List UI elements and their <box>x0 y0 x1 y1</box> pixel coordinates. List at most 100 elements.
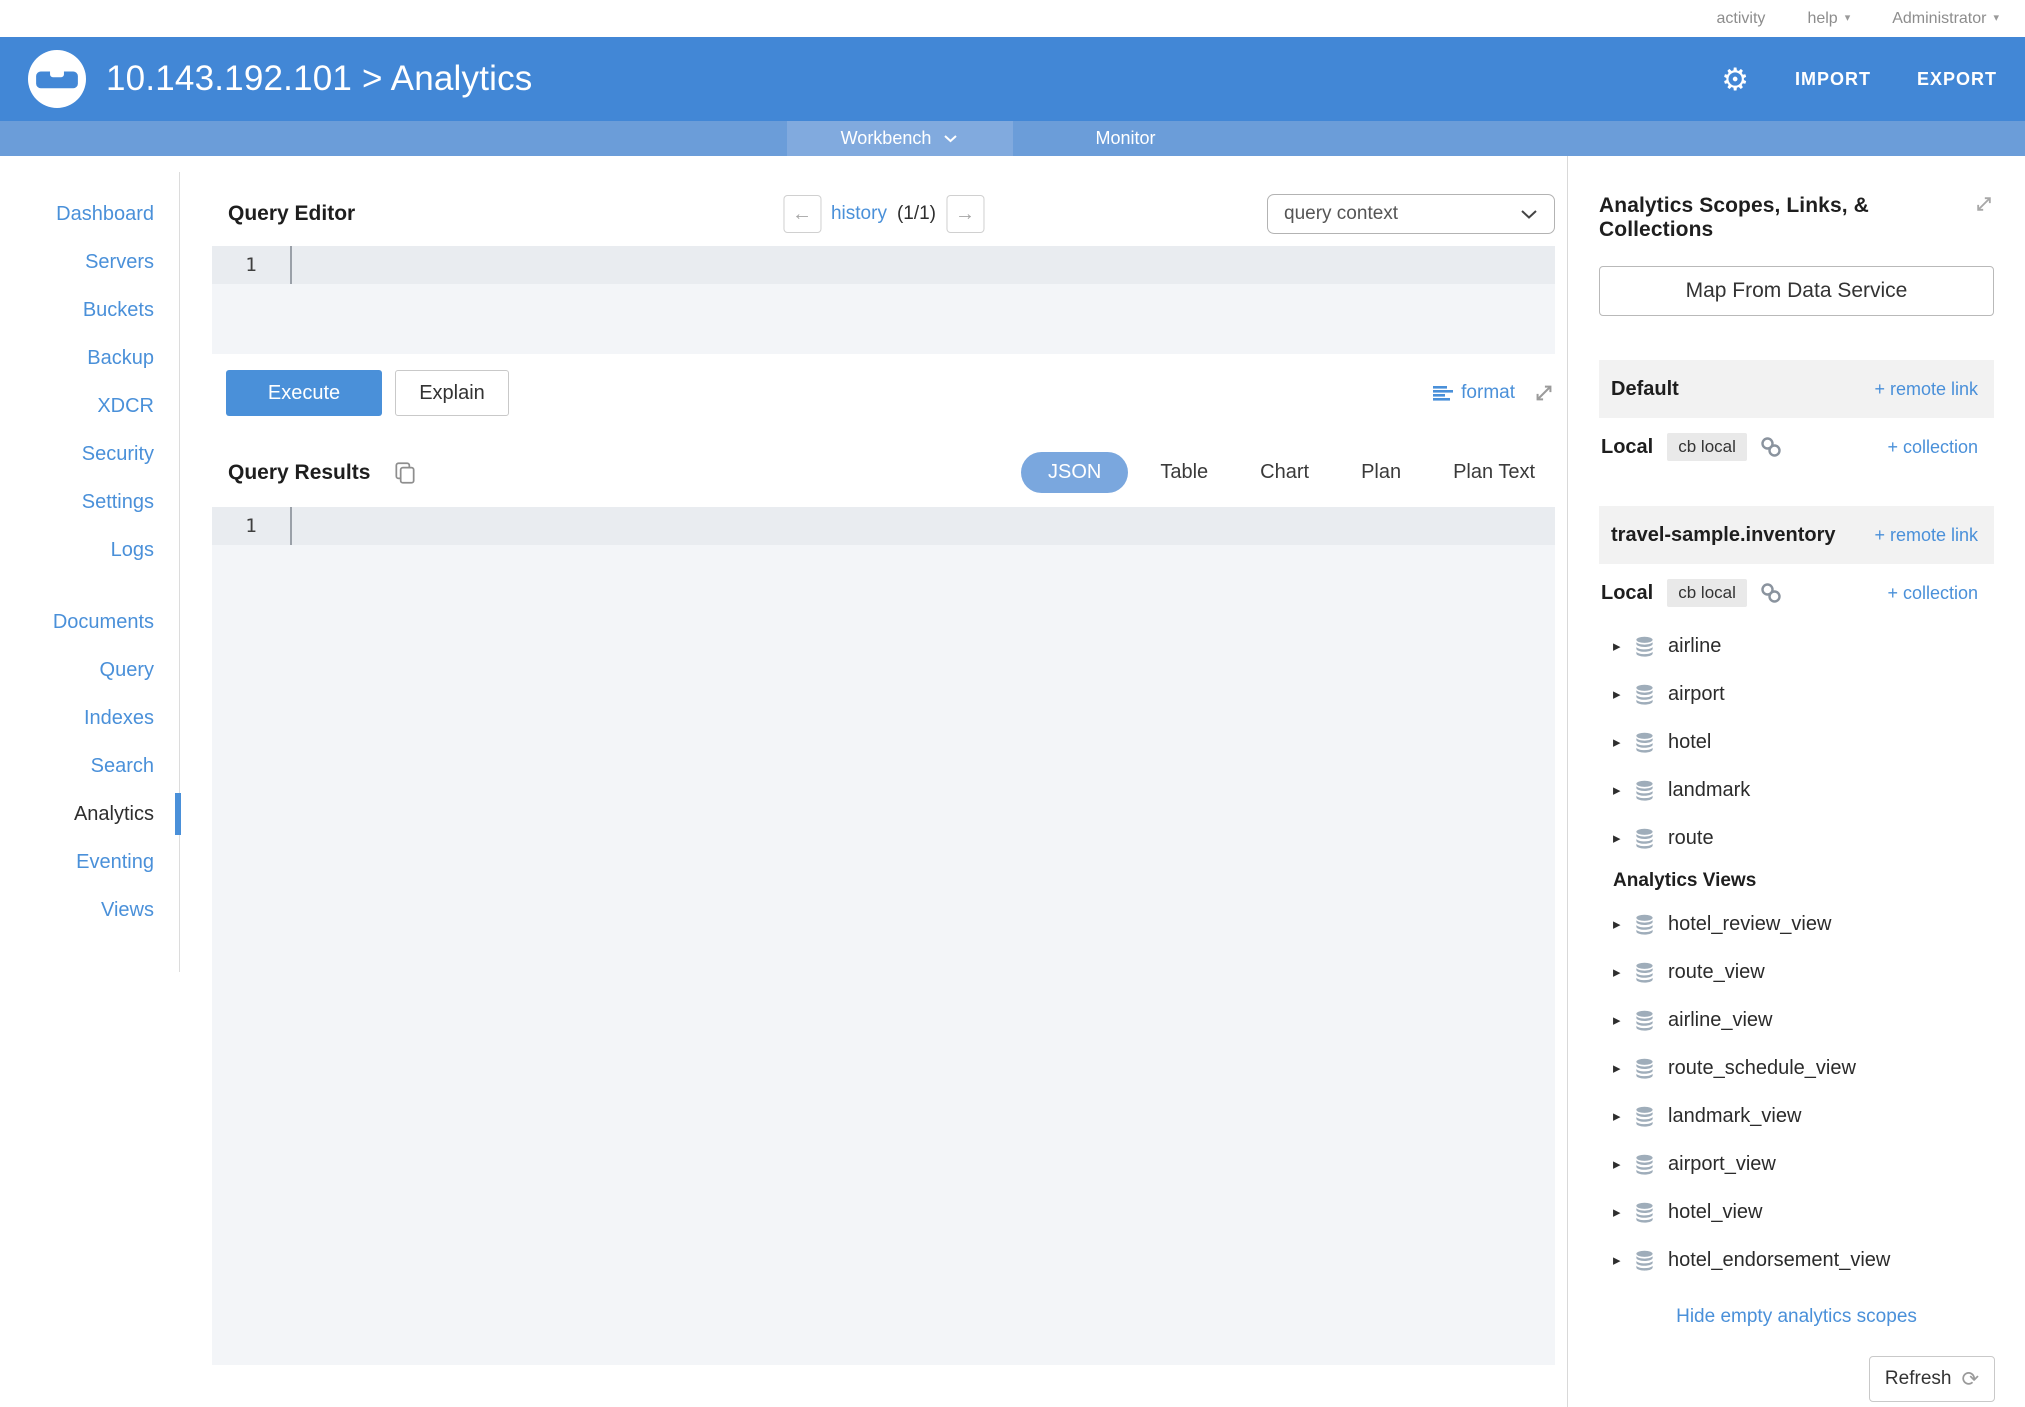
expander-icon[interactable]: ▸ <box>1613 1155 1631 1173</box>
expander-icon[interactable]: ▸ <box>1613 963 1631 981</box>
expander-icon[interactable]: ▸ <box>1613 1059 1631 1077</box>
results-tab-table[interactable]: Table <box>1140 452 1228 493</box>
arrow-left-icon: ← <box>791 202 812 225</box>
editor-body[interactable] <box>212 284 1555 354</box>
view-item-hotel-view[interactable]: ▸ hotel_view <box>1599 1188 1994 1236</box>
sidebar-item-logs[interactable]: Logs <box>0 526 180 574</box>
explain-button[interactable]: Explain <box>395 370 509 416</box>
format-button[interactable]: format <box>1433 382 1515 404</box>
sidebar-item-buckets[interactable]: Buckets <box>0 286 180 334</box>
results-tab-plan-text[interactable]: Plan Text <box>1433 452 1555 493</box>
results-tab-plan[interactable]: Plan <box>1341 452 1421 493</box>
refresh-button[interactable]: Refresh ⟳ <box>1869 1356 1995 1402</box>
view-item-hotel-endorsement-view[interactable]: ▸ hotel_endorsement_view <box>1599 1236 1994 1284</box>
collection-item-airline[interactable]: ▸ airline <box>1599 622 1994 670</box>
expander-icon[interactable]: ▸ <box>1613 1203 1631 1221</box>
sidebar-item-search[interactable]: Search <box>0 742 180 790</box>
refresh-icon: ⟳ <box>1961 1367 1980 1391</box>
expander-icon[interactable]: ▸ <box>1613 1107 1631 1125</box>
database-icon <box>1633 1057 1656 1080</box>
collection-item-route[interactable]: ▸ route <box>1599 814 1994 862</box>
expander-icon[interactable]: ▸ <box>1613 637 1631 655</box>
collection-item-hotel[interactable]: ▸ hotel <box>1599 718 1994 766</box>
map-from-data-service-button[interactable]: Map From Data Service <box>1599 266 1994 316</box>
history-next-button[interactable]: → <box>946 195 985 233</box>
editor-active-line: 1 <box>212 246 1555 284</box>
analytics-views-header: Analytics Views <box>1613 870 1757 891</box>
query-results-area: 1 <box>212 507 1555 1365</box>
expander-icon[interactable]: ▸ <box>1613 781 1631 799</box>
expander-icon[interactable]: ▸ <box>1613 733 1631 751</box>
tab-workbench[interactable]: Workbench <box>786 121 1013 156</box>
activity-link[interactable]: activity <box>1717 10 1766 28</box>
view-label: hotel_view <box>1668 1200 1763 1223</box>
sidebar-item-query[interactable]: Query <box>0 646 180 694</box>
export-button[interactable]: EXPORT <box>1917 69 1997 90</box>
results-tab-json[interactable]: JSON <box>1021 452 1129 493</box>
execute-label: Execute <box>267 381 341 404</box>
results-cursor <box>290 507 292 545</box>
add-collection-link[interactable]: + collection <box>1887 437 1978 458</box>
sidebar-item-backup[interactable]: Backup <box>0 334 180 382</box>
editor-cursor <box>290 246 292 284</box>
view-item-hotel-review-view[interactable]: ▸ hotel_review_view <box>1599 900 1994 948</box>
view-label: landmark_view <box>1668 1104 1802 1127</box>
local-link-row: Local cb local + collection <box>1599 418 1994 476</box>
results-tab-chart[interactable]: Chart <box>1240 452 1329 493</box>
expander-icon[interactable]: ▸ <box>1613 829 1631 847</box>
editor-expand-icon[interactable] <box>1533 382 1555 404</box>
help-menu[interactable]: help ▾ <box>1807 10 1850 28</box>
view-label: route_schedule_view <box>1668 1056 1856 1079</box>
database-icon <box>1633 1009 1656 1032</box>
sidebar-item-eventing[interactable]: Eventing <box>0 838 180 886</box>
add-remote-link[interactable]: + remote link <box>1874 379 1978 400</box>
view-item-airport-view[interactable]: ▸ airport_view <box>1599 1140 1994 1188</box>
database-icon <box>1633 827 1656 850</box>
view-item-route-schedule-view[interactable]: ▸ route_schedule_view <box>1599 1044 1994 1092</box>
editor-line-number: 1 <box>245 254 257 276</box>
workbench-monitor-tabbar: Workbench Monitor <box>0 121 2025 156</box>
hide-empty-scopes-link[interactable]: Hide empty analytics scopes <box>1599 1306 1994 1328</box>
add-collection-link[interactable]: + collection <box>1887 583 1978 604</box>
analytics-scopes-panel: Analytics Scopes, Links, & Collections M… <box>1567 156 2025 1407</box>
sidebar-item-views[interactable]: Views <box>0 886 180 934</box>
import-button[interactable]: IMPORT <box>1795 69 1871 90</box>
add-remote-link[interactable]: + remote link <box>1874 525 1978 546</box>
database-icon <box>1633 1153 1656 1176</box>
view-item-landmark-view[interactable]: ▸ landmark_view <box>1599 1092 1994 1140</box>
scope-name: travel-sample.inventory <box>1611 523 1836 546</box>
sidebar-item-dashboard[interactable]: Dashboard <box>0 190 180 238</box>
collection-item-landmark[interactable]: ▸ landmark <box>1599 766 1994 814</box>
view-item-route-view[interactable]: ▸ route_view <box>1599 948 1994 996</box>
sidebar-item-settings[interactable]: Settings <box>0 478 180 526</box>
sidebar-item-documents[interactable]: Documents <box>0 598 180 646</box>
help-label: help <box>1807 9 1838 27</box>
sidebar-item-indexes[interactable]: Indexes <box>0 694 180 742</box>
history-prev-button[interactable]: ← <box>782 195 821 233</box>
sidebar-item-xdcr[interactable]: XDCR <box>0 382 180 430</box>
view-label: hotel_endorsement_view <box>1668 1248 1891 1271</box>
sidebar-item-security[interactable]: Security <box>0 430 180 478</box>
view-label: route_view <box>1668 960 1765 983</box>
panel-expand-icon[interactable] <box>1974 194 1994 214</box>
collection-item-airport[interactable]: ▸ airport <box>1599 670 1994 718</box>
gear-icon[interactable]: ⚙ <box>1721 64 1749 95</box>
execute-button[interactable]: Execute <box>226 370 382 416</box>
view-item-airline-view[interactable]: ▸ airline_view <box>1599 996 1994 1044</box>
caret-down-icon: ▾ <box>1844 12 1851 24</box>
query-context-select[interactable]: query context <box>1267 194 1555 234</box>
expander-icon[interactable]: ▸ <box>1613 915 1631 933</box>
query-editor-area[interactable]: 1 <box>212 246 1555 354</box>
expander-icon[interactable]: ▸ <box>1613 1011 1631 1029</box>
history-link[interactable]: history <box>831 203 887 225</box>
expander-icon[interactable]: ▸ <box>1613 1251 1631 1269</box>
expander-icon[interactable]: ▸ <box>1613 685 1631 703</box>
sidebar-item-analytics[interactable]: Analytics <box>0 790 181 838</box>
tab-monitor[interactable]: Monitor <box>1013 121 1239 156</box>
user-menu[interactable]: Administrator ▾ <box>1892 10 1999 28</box>
local-label: Local <box>1601 581 1654 604</box>
scope-header-default: Default + remote link <box>1599 360 1994 418</box>
sidebar-item-servers[interactable]: Servers <box>0 238 180 286</box>
copy-results-icon[interactable] <box>392 460 418 486</box>
database-icon <box>1633 961 1656 984</box>
